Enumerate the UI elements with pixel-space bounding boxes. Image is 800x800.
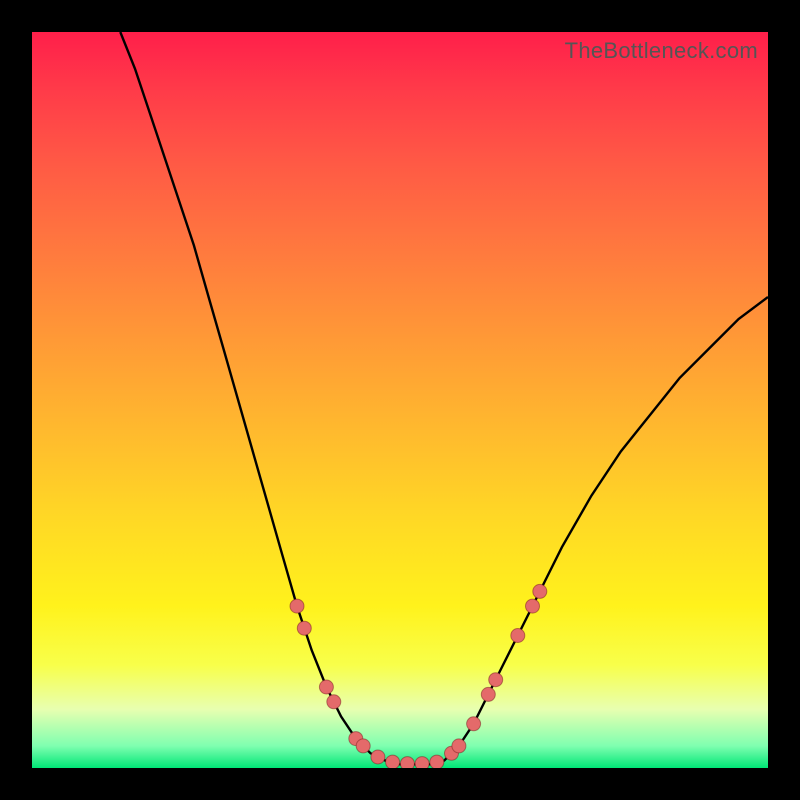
chart-plot-area: TheBottleneck.com: [32, 32, 768, 768]
data-marker: [489, 673, 503, 687]
data-marker: [467, 717, 481, 731]
chart-frame: TheBottleneck.com: [0, 0, 800, 800]
data-marker: [290, 599, 304, 613]
data-marker: [415, 757, 429, 768]
chart-svg: [32, 32, 768, 768]
data-marker: [511, 629, 525, 643]
data-marker: [356, 739, 370, 753]
data-marker: [481, 687, 495, 701]
data-marker: [533, 584, 547, 598]
data-marker: [297, 621, 311, 635]
marker-group: [290, 584, 547, 768]
data-marker: [371, 750, 385, 764]
data-marker: [430, 755, 444, 768]
data-marker: [452, 739, 466, 753]
data-marker: [526, 599, 540, 613]
data-marker: [400, 757, 414, 768]
bottleneck-curve: [120, 32, 768, 764]
data-marker: [319, 680, 333, 694]
data-marker: [386, 755, 400, 768]
data-marker: [327, 695, 341, 709]
